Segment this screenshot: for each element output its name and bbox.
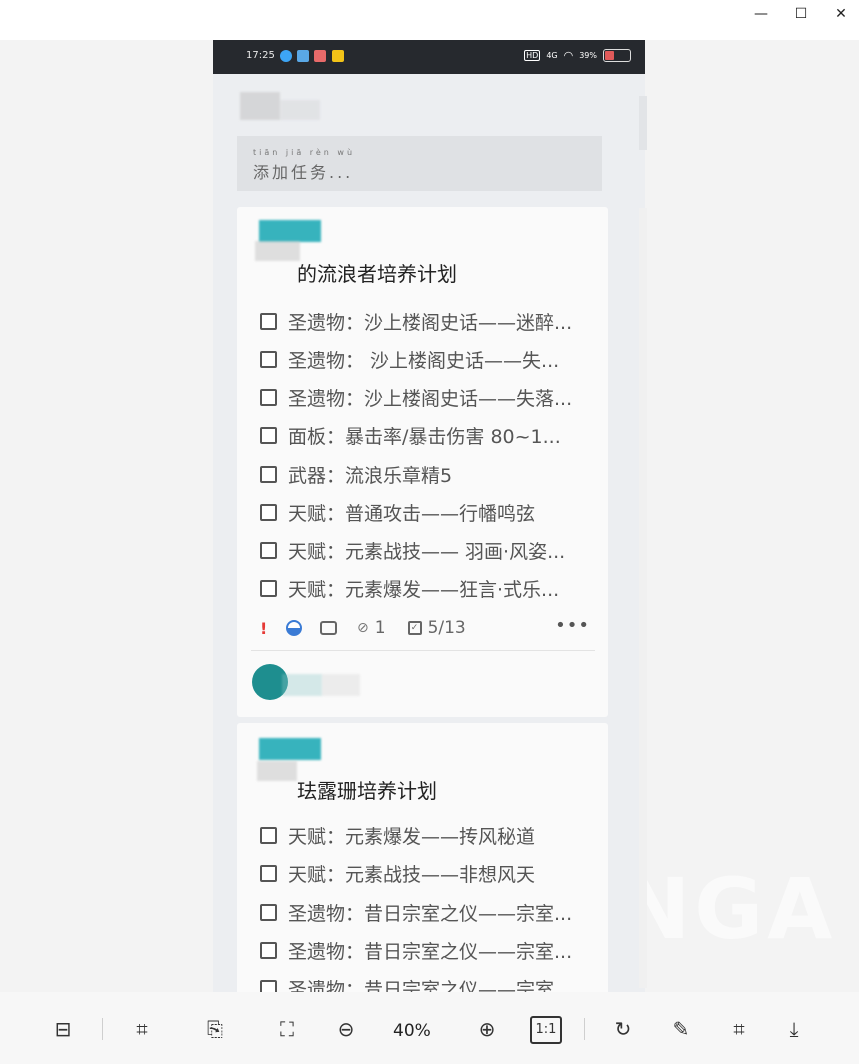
checklist-item[interactable]: 圣遗物： 沙上楼阁史话——失... [260,345,559,373]
blurred-tag [259,738,321,760]
toolbar-separator [584,1018,585,1040]
checkbox[interactable] [260,350,277,368]
task-card[interactable]: 珐露珊培养计划 天赋：元素爆发——抟风秘道 天赋：元素战技——非想风天 圣遗物：… [237,723,608,992]
close-button[interactable]: ✕ [826,4,856,24]
checklist-item[interactable]: 天赋：普通攻击——行幡鸣弦 [260,498,535,526]
checklist-item[interactable]: 圣遗物：沙上楼阁史话——失落... [260,383,572,411]
checkbox[interactable] [260,864,277,882]
wifi-icon: ◠ [563,49,574,62]
checklist-item[interactable]: 圣遗物：昔日宗室之仪——宗室... [260,936,572,964]
edit-icon[interactable]: ✎ [666,1014,696,1044]
card-title: 珐露珊培养计划 [297,779,437,803]
hd-icon: HD [524,50,541,61]
crop-icon[interactable]: ⌗ [724,1014,754,1044]
maximize-button[interactable]: ☐ [786,4,816,24]
checklist-item[interactable]: 天赋：元素战技—— 羽画·风姿... [260,536,565,564]
more-options-icon[interactable]: ••• [555,615,590,636]
minimize-button[interactable]: — [746,4,776,24]
card-meta-row: ! ⊘ 1 ✓ 5/13 ••• [260,615,590,639]
window-titlebar: — ☐ ✕ [0,0,859,40]
status-time: 17:25 [246,50,275,61]
blurred-assignee-tail [322,674,360,696]
task-card[interactable]: 的流浪者培养计划 圣遗物：沙上楼阁史话——迷醉... 圣遗物： 沙上楼阁史话——… [237,207,608,717]
battery-icon [603,49,631,62]
add-task-input[interactable]: tiān jiā rèn wù 添加任务... [237,136,602,191]
checklist-item[interactable]: 圣遗物：沙上楼阁史话——迷醉... [260,307,572,335]
watermark: NGA [620,860,837,958]
checkbox[interactable] [260,826,277,844]
checkbox[interactable] [260,541,277,559]
add-task-placeholder: 添加任务... [253,163,354,182]
attachment-count: 1 [374,618,386,638]
blurred-assignee [282,674,322,696]
fit-screen-icon[interactable]: ⛶ [272,1014,302,1044]
toolbar-separator [102,1018,103,1040]
checklist-item[interactable]: 圣遗物：昔日宗室之仪——宗室... [260,974,572,992]
checklist-item[interactable]: 天赋：元素爆发——狂言·式乐... [260,574,559,602]
blurred-tag [259,220,321,242]
checklist-item[interactable]: 天赋：元素爆发——抟风秘道 [260,821,535,849]
blurred-header-name [240,92,280,120]
next-column-peek [639,96,647,150]
divider [251,650,595,651]
checkbox[interactable] [260,503,277,521]
network-indicator: 4G [546,51,558,60]
qq-icon [280,50,292,62]
checklist-icon: ✓ [407,621,422,635]
checkbox[interactable] [260,941,277,959]
app-icon [314,50,326,62]
blurred-header-name-tail [280,100,320,120]
add-task-pinyin: tiān jiā rèn wù [253,148,356,157]
priority-icon: ! [260,618,268,638]
zoom-in-icon[interactable]: ⊕ [472,1014,502,1044]
gallery-icon [297,50,309,62]
progress-half-icon [286,620,302,636]
text-recognition-icon[interactable]: ⌗ [127,1014,157,1044]
blurred-name [257,761,297,781]
app-badge-icon [332,50,344,62]
attachment-icon[interactable]: ⊘ [357,620,369,636]
layout-icon[interactable]: ⊟ [48,1014,78,1044]
checkbox[interactable] [260,903,277,921]
card-title: 的流浪者培养计划 [297,262,457,286]
checkbox[interactable] [260,465,277,483]
checklist-item[interactable]: 武器：流浪乐章精5 [260,460,452,488]
battery-percent: 39% [579,51,597,60]
next-column-body [639,208,647,988]
checklist-item[interactable]: 圣遗物：昔日宗室之仪——宗室... [260,898,572,926]
actual-size-button[interactable]: 1:1 [530,1016,562,1044]
comment-icon[interactable] [320,621,337,635]
checkbox[interactable] [260,312,277,330]
checklist-item[interactable]: 天赋：元素战技——非想风天 [260,859,535,887]
rotate-icon[interactable]: ↻ [608,1014,638,1044]
phone-screenshot: 17:25 HD 4G ◠ 39% tiān jiā rèn wù 添加任务..… [213,40,645,992]
checkbox[interactable] [260,579,277,597]
checkbox[interactable] [260,979,277,992]
translate-icon[interactable]: ⎘ [200,1014,230,1044]
download-icon[interactable]: ⤓ [779,1014,809,1044]
blurred-name [255,241,300,261]
checkbox[interactable] [260,388,277,406]
checkbox[interactable] [260,426,277,444]
checklist-item[interactable]: 面板：暴击率/暴击伤害 80~1... [260,421,561,449]
zoom-level: 40% [393,1021,431,1041]
viewer-toolbar: ⊟ ⌗ ⎘ ⛶ ⊖ 40% ⊕ 1:1 ↻ ✎ ⌗ ⤓ [0,992,859,1064]
zoom-out-icon[interactable]: ⊖ [331,1014,361,1044]
status-bar: 17:25 HD 4G ◠ 39% [213,40,645,74]
checklist-progress: 5/13 [427,618,466,638]
